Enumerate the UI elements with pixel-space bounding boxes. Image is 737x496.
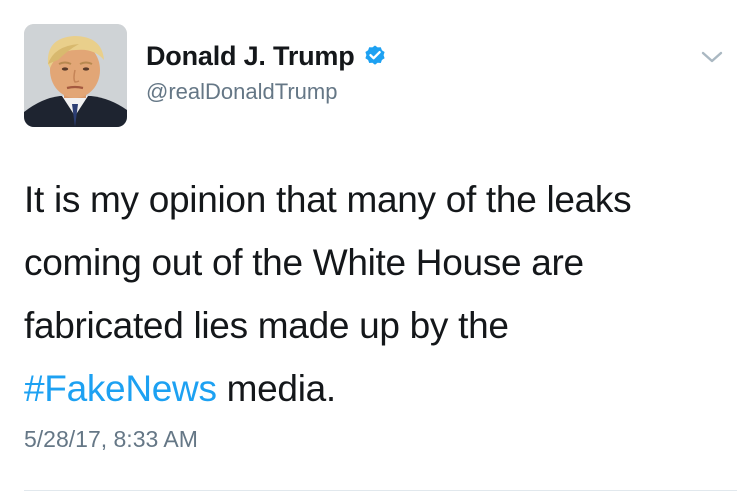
author-handle[interactable]: @realDonaldTrump	[146, 79, 337, 105]
tweet-timestamp[interactable]: 5/28/17, 8:33 AM	[24, 426, 198, 453]
tweet-text-line: fabricated lies made up by the	[24, 305, 509, 346]
tweet-text-tail: media.	[216, 368, 337, 409]
tweet-text-line: #FakeNews media.	[24, 357, 714, 420]
display-name[interactable]: Donald J. Trump	[146, 41, 355, 72]
chevron-down-icon[interactable]	[700, 48, 724, 66]
hashtag-link[interactable]: #FakeNews	[24, 368, 217, 409]
author-name-row: Donald J. Trump	[146, 40, 387, 72]
verified-badge-icon	[363, 44, 387, 68]
avatar[interactable]	[24, 24, 127, 127]
tweet-text: It is my opinion that many of the leaks …	[24, 168, 714, 420]
divider	[24, 490, 737, 491]
tweet-card: Donald J. Trump @realDonaldTrump It is m…	[0, 0, 737, 496]
tweet-text-line: It is my opinion that many of the leaks	[24, 179, 632, 220]
tweet-text-line: coming out of the White House are	[24, 242, 584, 283]
avatar-image	[24, 24, 127, 127]
